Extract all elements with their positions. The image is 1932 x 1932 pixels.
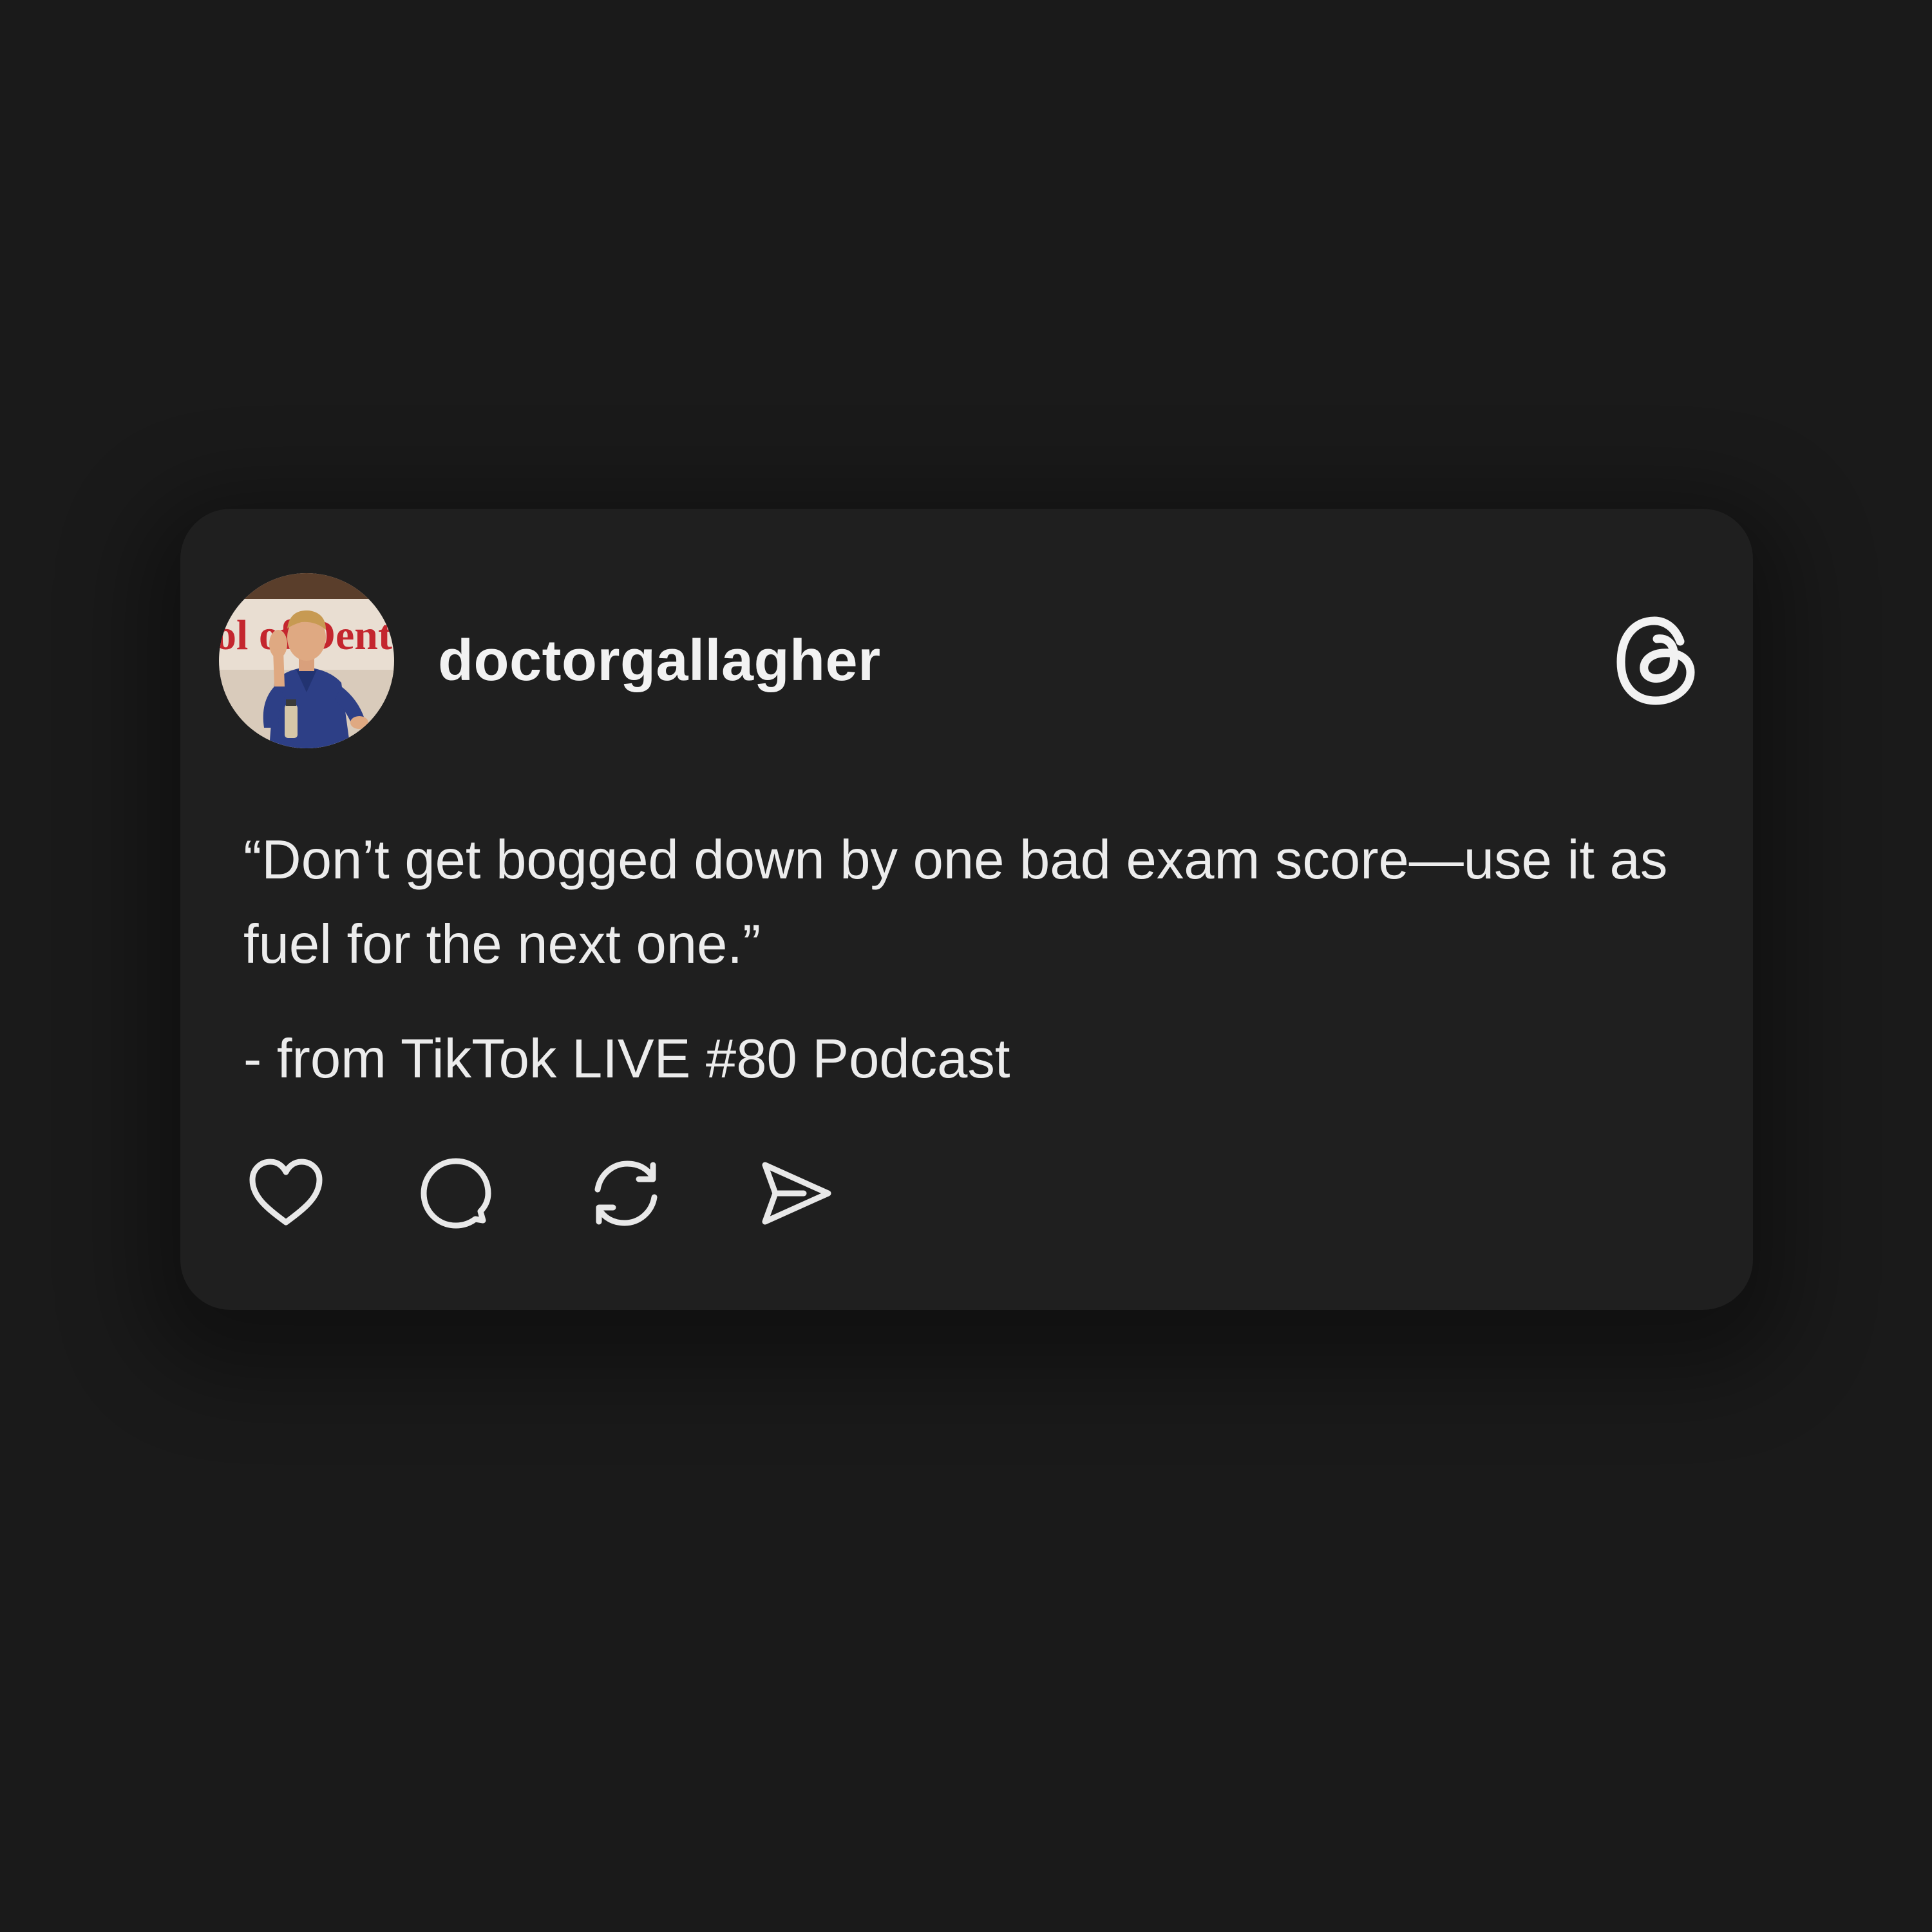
repost-icon [594,1160,658,1226]
like-button[interactable] [243,1151,328,1236]
threads-logo-icon[interactable] [1611,616,1701,706]
share-icon [762,1162,831,1225]
post-text: “Don’t get bogged down by one bad exam s… [243,829,1668,975]
username[interactable]: doctorgallagher [438,628,881,694]
threads-post-card: ol of Dental doctorgallagher [180,509,1753,1310]
avatar-photo: ol of Dental [219,573,394,748]
post-actions [243,1151,838,1235]
post-header: ol of Dental doctorgallagher [219,573,1701,748]
post-source: - from TikTok LIVE #80 Podcast [243,1028,1010,1090]
heart-icon [249,1159,323,1226]
comment-button[interactable] [413,1151,498,1236]
share-button[interactable] [753,1151,838,1236]
avatar[interactable]: ol of Dental [219,573,394,748]
comment-icon [421,1158,491,1229]
repost-button[interactable] [583,1151,668,1236]
